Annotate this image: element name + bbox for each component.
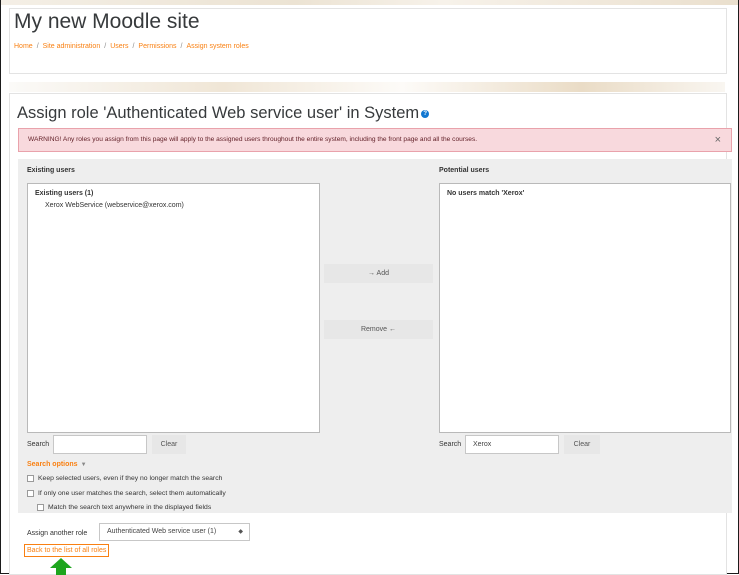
checkbox-row-match-anywhere: Match the search text anywhere in the di…	[37, 504, 211, 511]
potential-search-input[interactable]: Xerox	[465, 435, 559, 454]
existing-search-label: Search	[27, 441, 50, 448]
annotation-arrow-stem	[56, 567, 66, 575]
page-title-text: Assign role 'Authenticated Web service u…	[17, 104, 420, 122]
breadcrumb-assign-system-roles[interactable]: Assign system roles	[187, 43, 249, 50]
auto-select-checkbox[interactable]	[27, 490, 34, 497]
keep-selected-checkbox[interactable]	[27, 475, 34, 482]
breadcrumb-separator: /	[180, 43, 183, 50]
remove-button[interactable]: Remove ←	[324, 320, 433, 339]
existing-users-header: Existing users	[27, 167, 75, 174]
search-options-toggle[interactable]: Search options ▼	[27, 461, 87, 468]
close-icon[interactable]: ×	[715, 134, 721, 146]
existing-search-input[interactable]	[53, 435, 147, 454]
breadcrumb-site-administration[interactable]: Site administration	[43, 43, 101, 50]
select-arrows-icon: ◆	[238, 529, 243, 535]
existing-users-group: Existing users (1)	[35, 190, 94, 197]
match-anywhere-label: Match the search text anywhere in the di…	[48, 504, 212, 511]
existing-users-listbox[interactable]	[27, 183, 320, 433]
potential-users-header: Potential users	[439, 167, 490, 174]
warning-text: WARNING! Any roles you assign from this …	[28, 136, 478, 143]
search-options-label: Search options	[27, 461, 78, 468]
existing-user-option[interactable]: Xerox WebService (webservice@xerox.com)	[45, 202, 184, 209]
existing-clear-button[interactable]: Clear	[152, 435, 186, 454]
match-anywhere-checkbox[interactable]	[37, 504, 44, 511]
decorative-band	[9, 82, 725, 92]
keep-selected-label: Keep selected users, even if they no lon…	[38, 475, 223, 482]
breadcrumb-permissions[interactable]: Permissions	[138, 43, 176, 50]
question-circle-icon[interactable]: ?	[421, 109, 430, 118]
breadcrumb-users[interactable]: Users	[110, 43, 128, 50]
breadcrumb: Home / Site administration / Users / Permissio…	[14, 43, 249, 50]
page-title: Assign role 'Authenticated Web service u…	[17, 104, 430, 123]
back-to-roles-link[interactable]: Back to the list of all roles	[24, 544, 110, 557]
assign-another-role-select[interactable]: Authenticated Web service user (1) ◆	[99, 523, 250, 541]
breadcrumb-home[interactable]: Home	[14, 43, 33, 50]
auto-select-label: If only one user matches the search, sel…	[38, 490, 226, 497]
assign-another-role-value: Authenticated Web service user (1)	[107, 528, 217, 535]
potential-users-listbox[interactable]	[439, 183, 731, 433]
breadcrumb-separator: /	[36, 43, 39, 50]
potential-search-label: Search	[439, 441, 462, 448]
checkbox-row-keep-selected: Keep selected users, even if they no lon…	[27, 475, 222, 482]
potential-clear-button[interactable]: Clear	[564, 435, 600, 454]
breadcrumb-separator: /	[132, 43, 135, 50]
site-title[interactable]: My new Moodle site	[14, 10, 200, 34]
add-button[interactable]: → Add	[324, 264, 433, 283]
breadcrumb-separator: /	[104, 43, 107, 50]
chevron-down-icon: ▼	[80, 462, 87, 468]
assign-another-role-label: Assign another role	[27, 530, 88, 537]
potential-users-group: No users match 'Xerox'	[447, 190, 525, 197]
warning-alert: WARNING! Any roles you assign from this …	[18, 128, 732, 152]
checkbox-row-auto-select: If only one user matches the search, sel…	[27, 490, 226, 497]
